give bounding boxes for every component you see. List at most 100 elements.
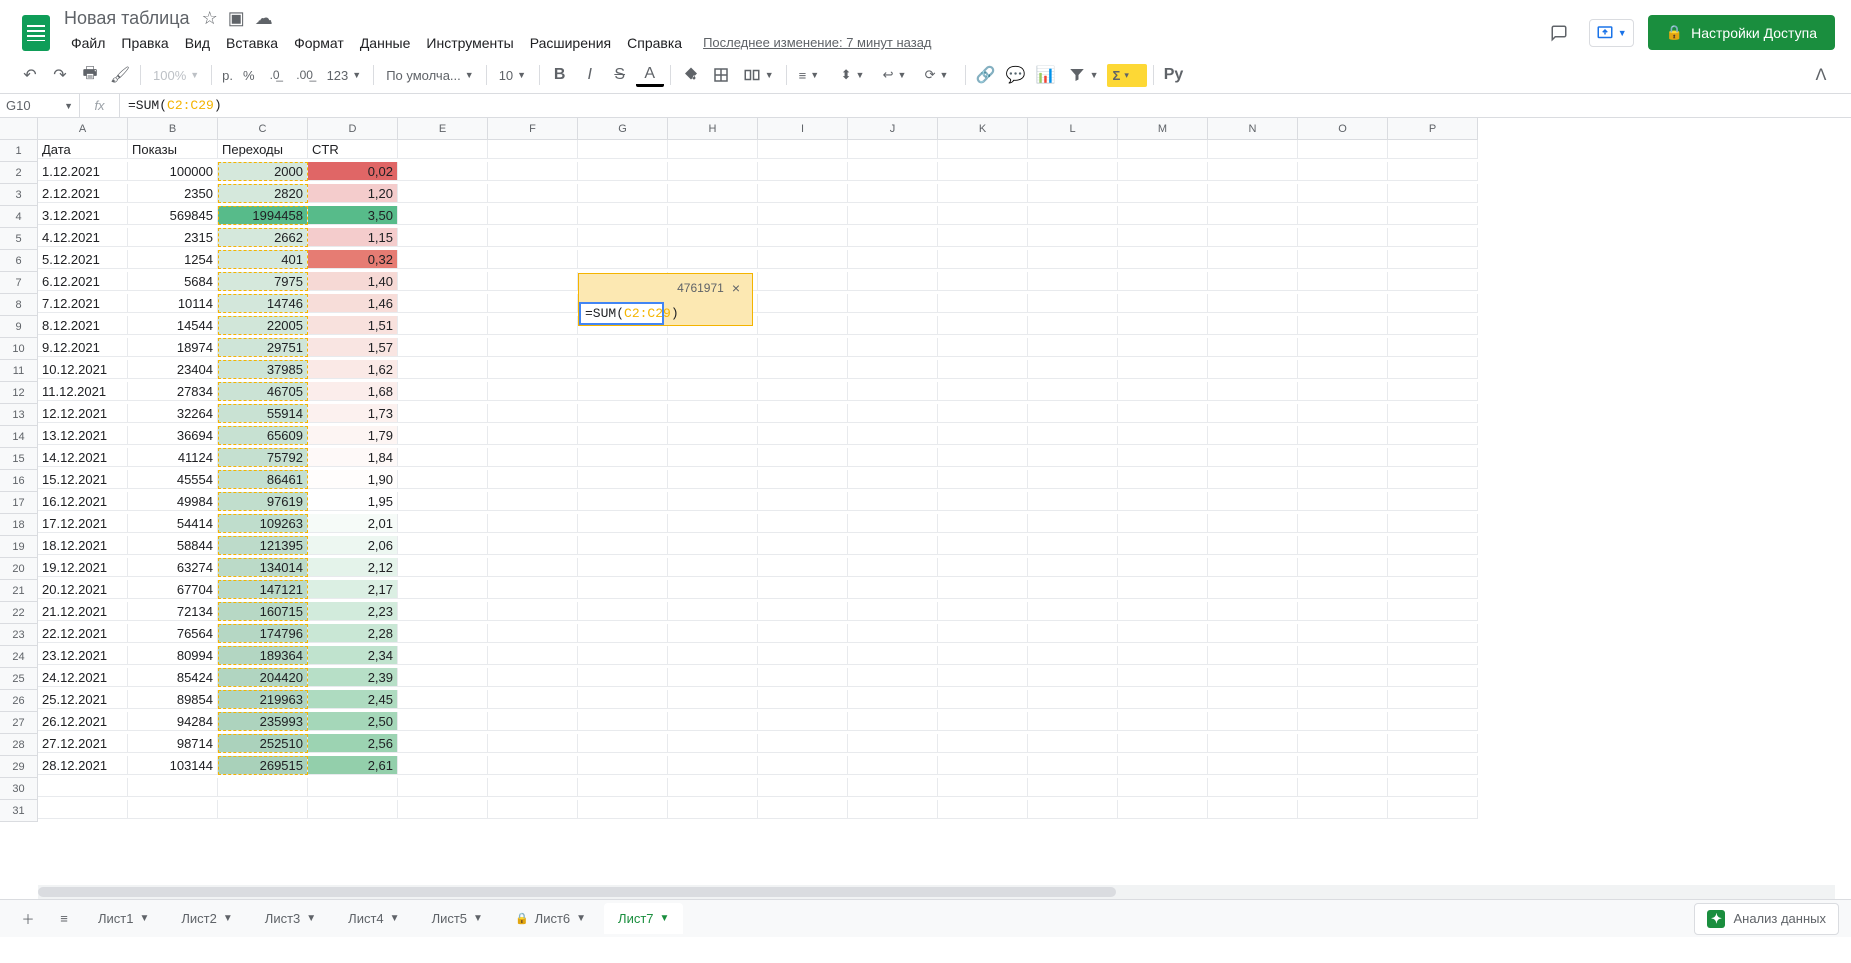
cell-M31[interactable] (1118, 800, 1208, 819)
cell-C24[interactable]: 189364 (218, 646, 308, 665)
cell-J12[interactable] (848, 382, 938, 401)
cell-H29[interactable] (668, 756, 758, 775)
cell-I27[interactable] (758, 712, 848, 731)
cell-M19[interactable] (1118, 536, 1208, 555)
cell-C6[interactable]: 401 (218, 250, 308, 269)
cell-C31[interactable] (218, 800, 308, 819)
cell-D25[interactable]: 2,39 (308, 668, 398, 687)
cell-A22[interactable]: 21.12.2021 (38, 602, 128, 621)
cell-N21[interactable] (1208, 580, 1298, 599)
cell-A13[interactable]: 12.12.2021 (38, 404, 128, 423)
cell-L26[interactable] (1028, 690, 1118, 709)
cell-K16[interactable] (938, 470, 1028, 489)
cell-D5[interactable]: 1,15 (308, 228, 398, 247)
cell-E29[interactable] (398, 756, 488, 775)
cell-L27[interactable] (1028, 712, 1118, 731)
cell-A20[interactable]: 19.12.2021 (38, 558, 128, 577)
cell-M18[interactable] (1118, 514, 1208, 533)
chevron-down-icon[interactable]: ▼ (139, 913, 149, 924)
cell-E3[interactable] (398, 184, 488, 203)
cell-N15[interactable] (1208, 448, 1298, 467)
cell-C8[interactable]: 14746 (218, 294, 308, 313)
cell-D17[interactable]: 1,95 (308, 492, 398, 511)
cell-G3[interactable] (578, 184, 668, 203)
cell-A16[interactable]: 15.12.2021 (38, 470, 128, 489)
cell-K27[interactable] (938, 712, 1028, 731)
cell-A26[interactable]: 25.12.2021 (38, 690, 128, 709)
cell-D2[interactable]: 0,02 (308, 162, 398, 181)
cell-A25[interactable]: 24.12.2021 (38, 668, 128, 687)
cell-E10[interactable] (398, 338, 488, 357)
cell-N20[interactable] (1208, 558, 1298, 577)
text-color-button[interactable]: A (636, 63, 664, 87)
cell-K17[interactable] (938, 492, 1028, 511)
cell-J31[interactable] (848, 800, 938, 819)
cell-L13[interactable] (1028, 404, 1118, 423)
col-header-O[interactable]: O (1298, 118, 1388, 140)
select-all-corner[interactable] (0, 118, 38, 140)
cell-I3[interactable] (758, 184, 848, 203)
cell-E22[interactable] (398, 602, 488, 621)
filter-dropdown[interactable]: ▼ (1062, 62, 1105, 88)
cell-E28[interactable] (398, 734, 488, 753)
cell-A24[interactable]: 23.12.2021 (38, 646, 128, 665)
chevron-down-icon[interactable]: ▼ (223, 913, 233, 924)
cell-E30[interactable] (398, 778, 488, 797)
cell-M27[interactable] (1118, 712, 1208, 731)
menu-формат[interactable]: Формат (287, 31, 351, 55)
row-header-29[interactable]: 29 (0, 756, 38, 778)
cell-O28[interactable] (1298, 734, 1388, 753)
all-sheets-button[interactable]: ≡ (48, 903, 80, 935)
cell-B8[interactable]: 10114 (128, 294, 218, 313)
name-box[interactable]: G10▼ (0, 94, 80, 117)
cell-I28[interactable] (758, 734, 848, 753)
cell-M30[interactable] (1118, 778, 1208, 797)
cell-D7[interactable]: 1,40 (308, 272, 398, 291)
sheet-tab-Лист5[interactable]: Лист5▼ (418, 903, 497, 934)
cell-N28[interactable] (1208, 734, 1298, 753)
cell-K28[interactable] (938, 734, 1028, 753)
cell-M15[interactable] (1118, 448, 1208, 467)
cell-B14[interactable]: 36694 (128, 426, 218, 445)
cell-F14[interactable] (488, 426, 578, 445)
cell-H16[interactable] (668, 470, 758, 489)
cell-K13[interactable] (938, 404, 1028, 423)
cell-G19[interactable] (578, 536, 668, 555)
cell-D20[interactable]: 2,12 (308, 558, 398, 577)
cell-N26[interactable] (1208, 690, 1298, 709)
cell-H22[interactable] (668, 602, 758, 621)
cell-C17[interactable]: 97619 (218, 492, 308, 511)
cell-C3[interactable]: 2820 (218, 184, 308, 203)
cell-O23[interactable] (1298, 624, 1388, 643)
menu-вид[interactable]: Вид (178, 31, 217, 55)
cell-I14[interactable] (758, 426, 848, 445)
cell-H3[interactable] (668, 184, 758, 203)
cell-P20[interactable] (1388, 558, 1478, 577)
menu-справка[interactable]: Справка (620, 31, 689, 55)
menu-вставка[interactable]: Вставка (219, 31, 285, 55)
formula-input[interactable]: =SUM(C2:C29) (120, 96, 1851, 115)
cell-D15[interactable]: 1,84 (308, 448, 398, 467)
row-header-3[interactable]: 3 (0, 184, 38, 206)
cell-O22[interactable] (1298, 602, 1388, 621)
cell-B31[interactable] (128, 800, 218, 819)
cell-F18[interactable] (488, 514, 578, 533)
row-header-12[interactable]: 12 (0, 382, 38, 404)
cell-K15[interactable] (938, 448, 1028, 467)
cell-O3[interactable] (1298, 184, 1388, 203)
cell-B1[interactable]: Показы (128, 140, 218, 159)
cell-H15[interactable] (668, 448, 758, 467)
cell-C19[interactable]: 121395 (218, 536, 308, 555)
cell-D21[interactable]: 2,17 (308, 580, 398, 599)
cell-O13[interactable] (1298, 404, 1388, 423)
cell-P12[interactable] (1388, 382, 1478, 401)
menu-данные[interactable]: Данные (353, 31, 418, 55)
cell-O12[interactable] (1298, 382, 1388, 401)
col-header-M[interactable]: M (1118, 118, 1208, 140)
cell-J29[interactable] (848, 756, 938, 775)
explore-button[interactable]: ✦ Анализ данных (1694, 903, 1839, 935)
star-icon[interactable]: ☆ (202, 8, 218, 29)
cell-B21[interactable]: 67704 (128, 580, 218, 599)
cell-E1[interactable] (398, 140, 488, 159)
cell-I16[interactable] (758, 470, 848, 489)
